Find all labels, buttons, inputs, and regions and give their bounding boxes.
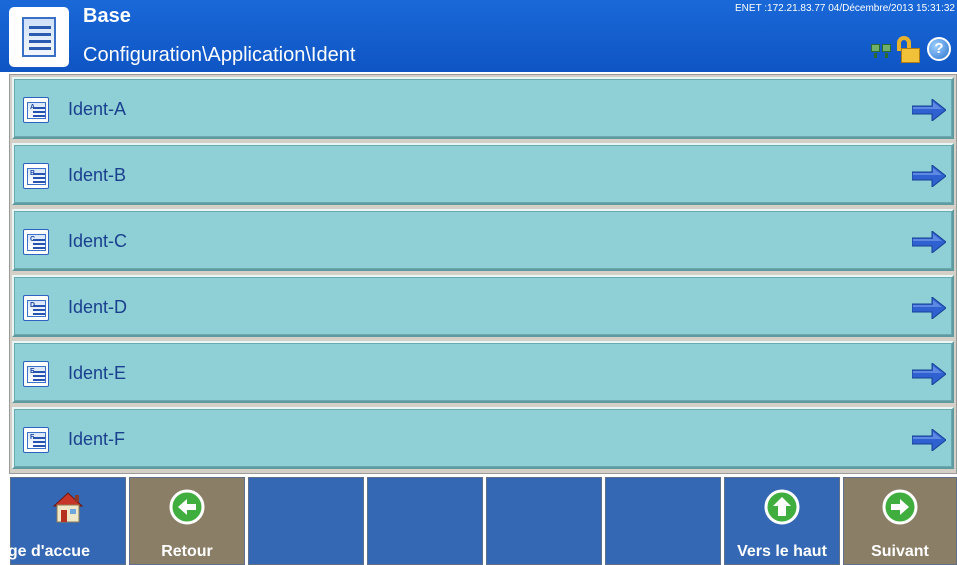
arrow-right-icon[interactable]	[912, 99, 946, 121]
top-button[interactable]: Vers le haut	[724, 477, 840, 565]
list-item-label: Ident-E	[68, 363, 127, 383]
back-button[interactable]: Retour	[129, 477, 245, 565]
document-icon	[9, 7, 69, 67]
arrow-right-icon[interactable]	[912, 297, 946, 319]
arrow-left-circle-icon	[169, 489, 205, 525]
softkey-bar: age d'accue Retour Vers le haut Suivant	[0, 477, 957, 565]
top-button-label: Vers le haut	[737, 543, 827, 560]
breadcrumb: Configuration\Application\Ident	[83, 44, 356, 66]
network-icon	[871, 44, 893, 58]
house-icon	[52, 492, 84, 523]
page-title: Base	[83, 5, 131, 27]
document-icon: D	[23, 295, 49, 321]
list-item-label: Ident-A	[68, 99, 127, 119]
back-button-label: Retour	[161, 543, 213, 560]
arrow-right-icon[interactable]	[912, 231, 946, 253]
arrow-right-icon[interactable]	[912, 165, 946, 187]
status-text: ENET :172.21.83.77 04/Décembre/2013 15:3…	[735, 3, 955, 14]
home-button[interactable]: age d'accue	[0, 477, 126, 565]
document-icon: B	[23, 163, 49, 189]
list-item-ident-f[interactable]: F Ident-F	[12, 407, 954, 469]
softkey-empty-5[interactable]	[486, 477, 602, 565]
list-item-ident-e[interactable]: E Ident-E	[12, 341, 954, 403]
arrow-up-circle-icon	[764, 489, 800, 525]
arrow-right-icon[interactable]	[912, 363, 946, 385]
softkey-empty-3[interactable]	[248, 477, 364, 565]
list-item-label: Ident-D	[68, 297, 128, 317]
document-icon: F	[23, 427, 49, 453]
document-icon: A	[23, 97, 49, 123]
list-item-ident-a[interactable]: A Ident-A	[12, 77, 954, 139]
softkey-empty-6[interactable]	[605, 477, 721, 565]
list-item-ident-c[interactable]: C Ident-C	[12, 209, 954, 271]
document-icon: C	[23, 229, 49, 255]
unlock-icon[interactable]	[895, 36, 921, 64]
header-bar: Base Configuration\Application\Ident ENE…	[0, 0, 957, 72]
ident-list: A Ident-A B Ident-B C Ident-C D Ident-D …	[9, 74, 957, 474]
arrow-right-icon[interactable]	[912, 429, 946, 451]
home-button-label: age d'accue	[0, 543, 90, 560]
list-item-ident-b[interactable]: B Ident-B	[12, 143, 954, 205]
softkey-empty-4[interactable]	[367, 477, 483, 565]
document-icon: E	[23, 361, 49, 387]
list-item-ident-d[interactable]: D Ident-D	[12, 275, 954, 337]
arrow-right-circle-icon	[882, 489, 918, 525]
list-item-label: Ident-F	[68, 429, 126, 449]
help-icon[interactable]: ?	[927, 37, 951, 61]
list-item-label: Ident-C	[68, 231, 128, 251]
header-icons: ?	[861, 34, 951, 64]
list-item-label: Ident-B	[68, 165, 127, 185]
next-button[interactable]: Suivant	[843, 477, 957, 565]
next-button-label: Suivant	[871, 543, 929, 560]
